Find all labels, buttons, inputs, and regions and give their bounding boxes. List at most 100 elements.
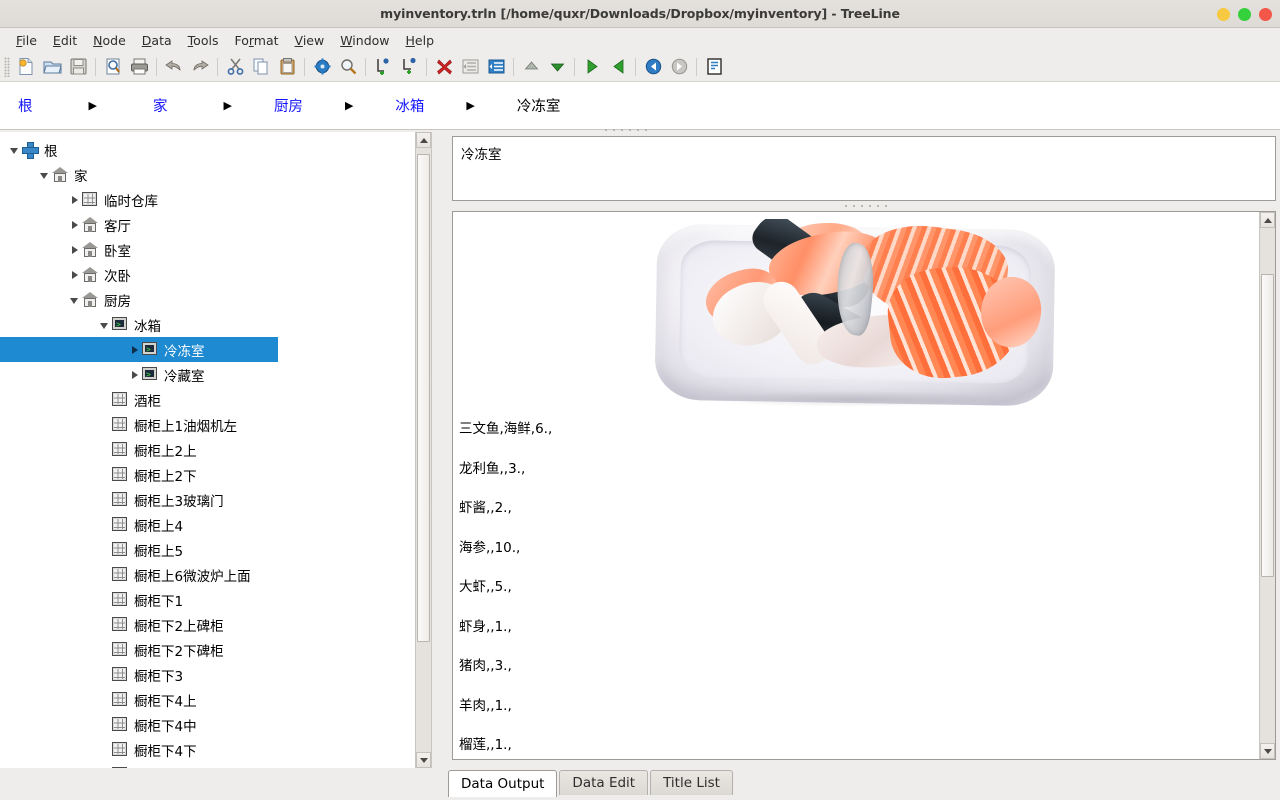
- paste-icon[interactable]: [274, 54, 300, 80]
- menu-tools[interactable]: Tools: [180, 31, 227, 50]
- tree-item-label: 橱柜上2上: [134, 440, 205, 460]
- chevron-right-icon[interactable]: [68, 243, 82, 257]
- tree-item[interactable]: 橱柜下3: [0, 662, 431, 687]
- expand-icon[interactable]: [579, 54, 605, 80]
- chevron-right-icon[interactable]: [68, 268, 82, 282]
- tree-item[interactable]: 橱柜下2上碑柜: [0, 612, 431, 637]
- tree-item[interactable]: 橱柜上6微波炉上面: [0, 562, 431, 587]
- tree-item[interactable]: 冷藏室: [0, 362, 431, 387]
- tree-item-label: 冰箱: [134, 315, 169, 335]
- house-icon: [82, 242, 98, 258]
- chevron-right-icon[interactable]: [128, 343, 142, 357]
- minimize-button[interactable]: [1217, 8, 1230, 21]
- show-child-icon[interactable]: [701, 54, 727, 80]
- menu-file[interactable]: File: [8, 31, 45, 50]
- tree-item[interactable]: 橱柜上2下: [0, 462, 431, 487]
- tree-scroll-up-button[interactable]: [416, 132, 431, 148]
- chevron-right-icon[interactable]: [128, 368, 142, 382]
- tree-item[interactable]: 橱柜下4中: [0, 712, 431, 737]
- tree-item[interactable]: 家: [0, 162, 431, 187]
- move-down-icon[interactable]: [544, 54, 570, 80]
- tree-spacer: [98, 518, 112, 532]
- tree-scrollbar-thumb[interactable]: [417, 154, 430, 642]
- outdent-icon[interactable]: [457, 54, 483, 80]
- output-vertical-scrollbar[interactable]: [1259, 212, 1275, 759]
- insert-sibling-icon[interactable]: [370, 54, 396, 80]
- tree-item[interactable]: 橱柜上2上: [0, 437, 431, 462]
- redo-icon[interactable]: [187, 54, 213, 80]
- new-file-icon[interactable]: [13, 54, 39, 80]
- tree-item[interactable]: 橱柜上1油烟机左: [0, 412, 431, 437]
- breadcrumb-item-3[interactable]: 冰箱: [395, 95, 424, 116]
- tree-item[interactable]: 厨房: [0, 287, 431, 312]
- menu-edit[interactable]: Edit: [45, 31, 85, 50]
- tree-item[interactable]: 客厅: [0, 212, 431, 237]
- cut-icon[interactable]: [222, 54, 248, 80]
- maximize-button[interactable]: [1238, 8, 1251, 21]
- insert-child-icon[interactable]: [396, 54, 422, 80]
- back-icon[interactable]: [640, 54, 666, 80]
- tree-item[interactable]: 卧室: [0, 237, 431, 262]
- tree-item[interactable]: 次卧: [0, 262, 431, 287]
- tree-vertical-scrollbar[interactable]: [415, 132, 431, 768]
- tab-data-edit[interactable]: Data Edit: [559, 770, 648, 795]
- tab-title-list[interactable]: Title List: [650, 770, 733, 795]
- chevron-right-icon[interactable]: [68, 193, 82, 207]
- tree-item[interactable]: 橱柜下1: [0, 587, 431, 612]
- chevron-right-icon[interactable]: [68, 218, 82, 232]
- data-output-view[interactable]: 三文鱼,海鲜,6.,龙利鱼,,3.,虾酱,,2.,海参,,10.,大虾,,5.,…: [452, 211, 1276, 760]
- tree-item[interactable]: 橱柜下5洗手盆下: [0, 762, 431, 768]
- tree-scroll-down-button[interactable]: [416, 752, 431, 768]
- menu-window[interactable]: Window: [332, 31, 397, 50]
- horizontal-splitter[interactable]: [452, 201, 1276, 211]
- node-title-field[interactable]: 冷冻室: [452, 136, 1276, 201]
- output-scroll-down-button[interactable]: [1260, 743, 1275, 759]
- move-up-icon[interactable]: [518, 54, 544, 80]
- tree-item[interactable]: 临时仓库: [0, 187, 431, 212]
- menu-format[interactable]: Format: [226, 31, 286, 50]
- spellcheck-icon[interactable]: [309, 54, 335, 80]
- indent-icon[interactable]: [483, 54, 509, 80]
- vertical-splitter[interactable]: [432, 130, 448, 770]
- tree-pane[interactable]: 根家临时仓库客厅卧室次卧厨房冰箱冷冻室冷藏室酒柜橱柜上1油烟机左橱柜上2上橱柜上…: [0, 132, 432, 768]
- breadcrumb-item-0[interactable]: 根: [18, 95, 33, 116]
- tab-data-output[interactable]: Data Output: [448, 770, 557, 797]
- output-scrollbar-thumb[interactable]: [1261, 274, 1274, 577]
- menu-data[interactable]: Data: [134, 31, 180, 50]
- toolbar-grip[interactable]: [4, 57, 10, 77]
- splitter-grip[interactable]: [842, 203, 888, 209]
- open-file-icon[interactable]: [39, 54, 65, 80]
- tree-item-selected[interactable]: 冷冻室: [0, 337, 278, 362]
- tree-item[interactable]: 橱柜上4: [0, 512, 431, 537]
- undo-icon[interactable]: [161, 54, 187, 80]
- tree-item[interactable]: 橱柜上5: [0, 537, 431, 562]
- chevron-down-icon[interactable]: [38, 168, 52, 182]
- tree-item[interactable]: 橱柜下4上: [0, 687, 431, 712]
- output-scroll-up-button[interactable]: [1260, 212, 1275, 228]
- tree-item[interactable]: 橱柜下4下: [0, 737, 431, 762]
- breadcrumb-item-2[interactable]: 厨房: [274, 95, 303, 116]
- menu-view[interactable]: View: [287, 31, 333, 50]
- tree-item[interactable]: 橱柜下2下碑柜: [0, 637, 431, 662]
- breadcrumb-item-1[interactable]: 家: [153, 95, 168, 116]
- delete-node-icon[interactable]: [431, 54, 457, 80]
- chevron-down-icon[interactable]: [68, 293, 82, 307]
- menu-help[interactable]: Help: [398, 31, 443, 50]
- menu-node[interactable]: Node: [85, 31, 134, 50]
- tree-item[interactable]: 橱柜上3玻璃门: [0, 487, 431, 512]
- save-file-icon[interactable]: [65, 54, 91, 80]
- chevron-down-icon[interactable]: [8, 143, 22, 157]
- print-icon[interactable]: [126, 54, 152, 80]
- tree-item[interactable]: 冰箱: [0, 312, 431, 337]
- close-button[interactable]: [1259, 8, 1272, 21]
- copy-icon[interactable]: [248, 54, 274, 80]
- tree-item-label: 次卧: [104, 265, 139, 285]
- tree-item[interactable]: 根: [0, 137, 431, 162]
- chevron-down-icon[interactable]: [98, 318, 112, 332]
- tree-item[interactable]: 酒柜: [0, 387, 431, 412]
- collapse-icon[interactable]: [605, 54, 631, 80]
- forward-icon[interactable]: [666, 54, 692, 80]
- print-preview-icon[interactable]: [100, 54, 126, 80]
- find-icon[interactable]: [335, 54, 361, 80]
- tree-list[interactable]: 根家临时仓库客厅卧室次卧厨房冰箱冷冻室冷藏室酒柜橱柜上1油烟机左橱柜上2上橱柜上…: [0, 132, 431, 768]
